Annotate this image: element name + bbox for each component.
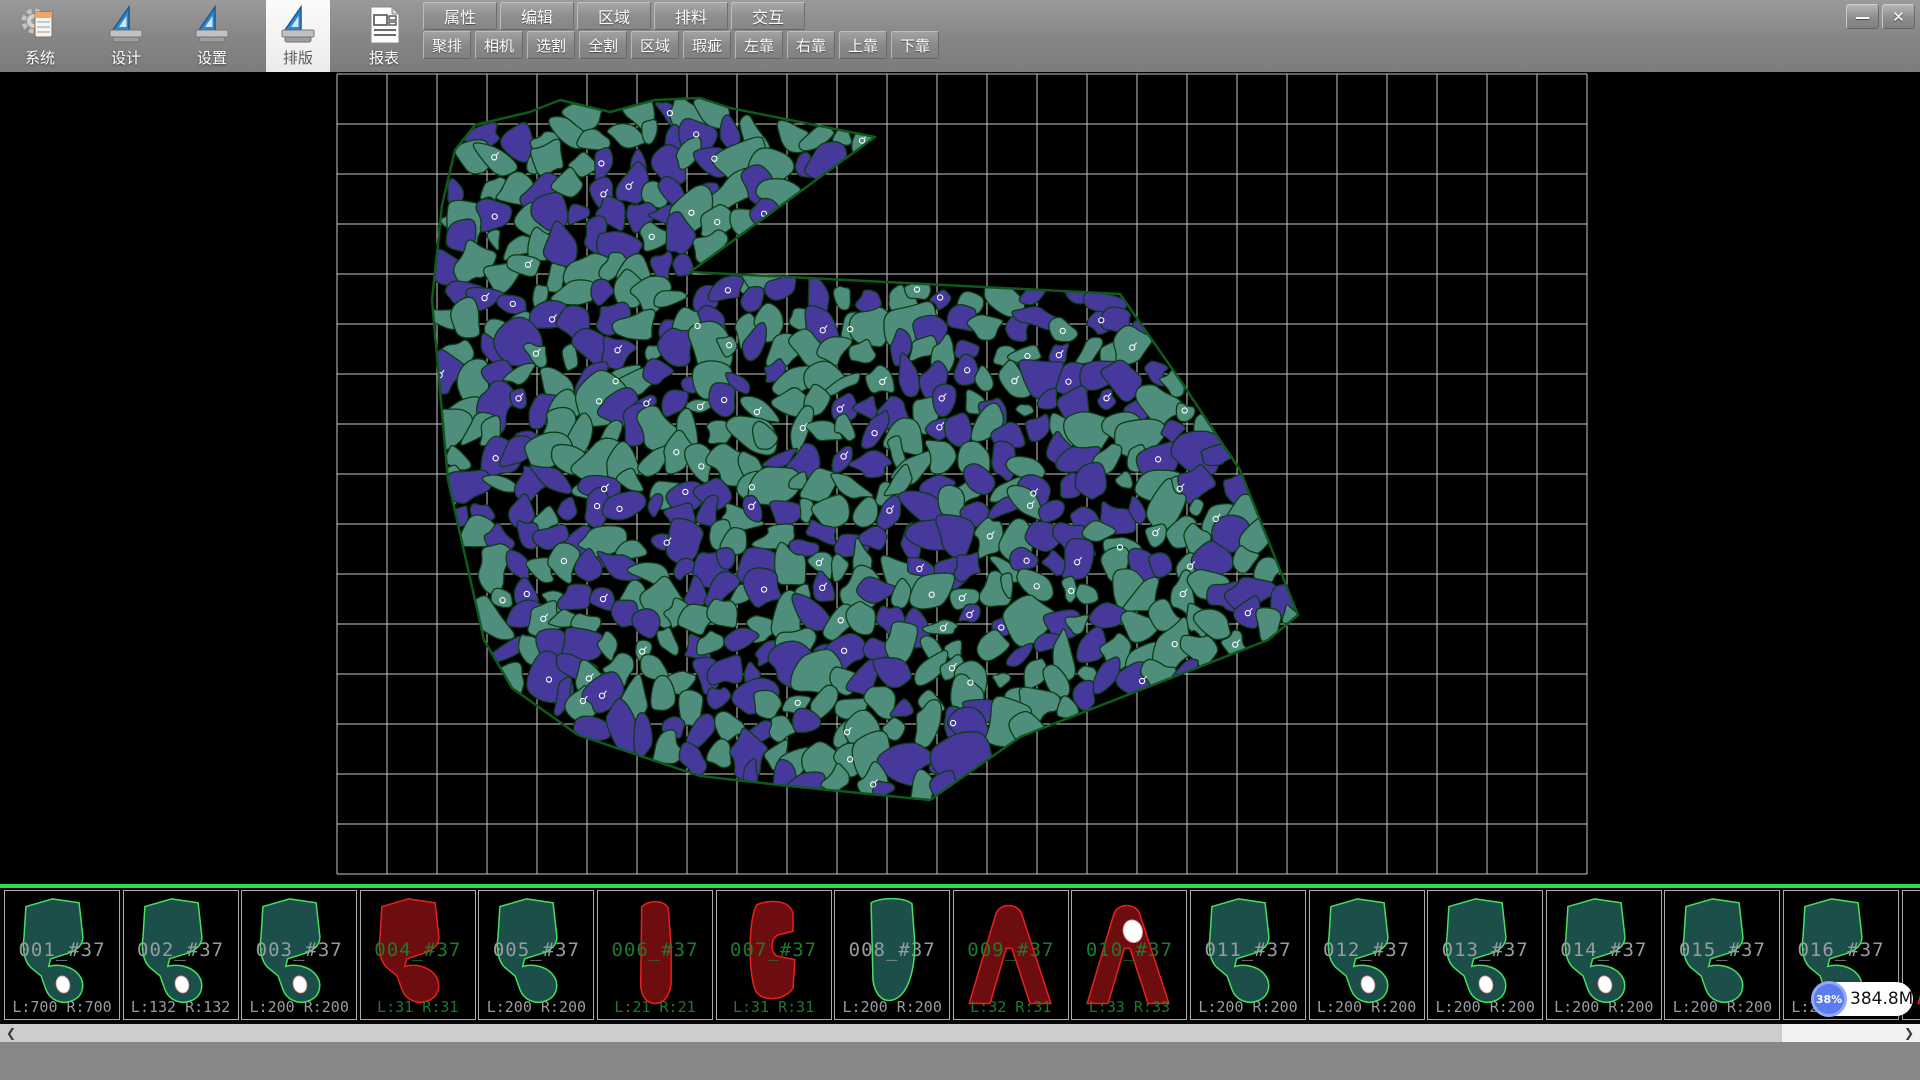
thumbnail-cell[interactable]: 015_#37 L:200 R:200	[1664, 890, 1780, 1020]
tool-align-right[interactable]: 右靠	[787, 31, 835, 59]
nesting-button-active[interactable]: 排版	[266, 0, 330, 72]
tool-align-bottom[interactable]: 下靠	[891, 31, 939, 59]
thumbnail-shape	[242, 891, 356, 1019]
thumbnail-shape	[1310, 891, 1424, 1019]
main-button-row: 系统 设计 设置	[8, 0, 416, 72]
set-square-icon	[105, 4, 147, 46]
gear-document-icon	[19, 4, 61, 46]
thumbnail-cell[interactable]: 006_#37 L:21 R:21	[597, 890, 713, 1020]
horizontal-scrollbar[interactable]: ❮ ❯	[0, 1024, 1920, 1042]
thumbnail-shape	[1191, 891, 1305, 1019]
menu-properties[interactable]: 属性	[423, 2, 497, 30]
thumbnail-cell[interactable]: 012_#37 L:200 R:200	[1309, 890, 1425, 1020]
window-controls: — ✕	[1846, 4, 1915, 29]
thumbnail-shape	[124, 891, 238, 1019]
thumbnail-shape	[1428, 891, 1542, 1019]
tool-defect[interactable]: 瑕疵	[683, 31, 731, 59]
menu-region[interactable]: 区域	[577, 2, 651, 30]
report-button-label: 报表	[369, 47, 399, 68]
main-toolbar: 系统 设计 设置	[0, 0, 1920, 73]
tool-cluster-nest[interactable]: 聚排	[423, 31, 471, 59]
menu-row: 属性 编辑 区域 排料 交互	[423, 2, 805, 30]
thumbnail-shape	[598, 891, 712, 1019]
scrollbar-thumb[interactable]	[0, 1024, 1782, 1042]
tool-row: 聚排 相机 选割 全割 区域 瑕疵 左靠 右靠 上靠 下靠	[423, 31, 939, 59]
thumbnail-cell[interactable]: 002_#37 L:132 R:132	[123, 890, 239, 1020]
tool-align-left[interactable]: 左靠	[735, 31, 783, 59]
tool-camera[interactable]: 相机	[475, 31, 523, 59]
thumbnail-cell[interactable]: 014_#37 L:200 R:200	[1546, 890, 1662, 1020]
thumbnail-shape	[361, 891, 475, 1019]
progress-circle: 38%	[1811, 981, 1847, 1017]
menu-interactive[interactable]: 交互	[731, 2, 805, 30]
scroll-left-arrow[interactable]: ❮	[0, 1024, 22, 1042]
tool-cut-all[interactable]: 全割	[579, 31, 627, 59]
thumbnail-cell[interactable]: 007_#37 L:31 R:31	[716, 890, 832, 1020]
thumbnail-cell[interactable]: 005_#37 L:200 R:200	[478, 890, 594, 1020]
report-button[interactable]: 报表	[352, 0, 416, 72]
thumbnail-cell[interactable]: 004_#37 L:31 R:31	[360, 890, 476, 1020]
thumbnail-shape	[1665, 891, 1779, 1019]
scroll-right-arrow[interactable]: ❯	[1898, 1024, 1920, 1042]
thumbnail-shape	[835, 891, 949, 1019]
nesting-button-label: 排版	[283, 47, 313, 68]
thumbnail-shape	[5, 891, 119, 1019]
report-icon	[363, 4, 405, 46]
thumbnail-shape	[954, 891, 1068, 1019]
design-button-label: 设计	[111, 47, 141, 68]
memory-value: 384.8M	[1850, 982, 1913, 1016]
tool-region[interactable]: 区域	[631, 31, 679, 59]
close-button[interactable]: ✕	[1882, 4, 1915, 29]
thumbnail-cell[interactable]: 003_#37 L:200 R:200	[241, 890, 357, 1020]
menu-nesting[interactable]: 排料	[654, 2, 728, 30]
thumbnail-cell[interactable]: 009_#37 L:32 R:31	[953, 890, 1069, 1020]
thumbnail-shape	[1547, 891, 1661, 1019]
nesting-svg	[0, 72, 1920, 884]
nesting-canvas[interactable]	[0, 72, 1920, 884]
system-button-label: 系统	[25, 47, 55, 68]
thumbnail-cell[interactable]: 013_#37 L:200 R:200	[1427, 890, 1543, 1020]
memory-badge: 38% 384.8M	[1812, 982, 1913, 1016]
tool-select-cut[interactable]: 选割	[527, 31, 575, 59]
thumbnail-cell[interactable]: 008_#37 L:200 R:200	[834, 890, 950, 1020]
tool-align-top[interactable]: 上靠	[839, 31, 887, 59]
thumbnail-strip: 001_#37 L:700 R:700 002_#37 L:132 R:132 …	[0, 888, 1920, 1024]
settings-button[interactable]: 设置	[180, 0, 244, 72]
set-square-icon	[277, 4, 319, 46]
status-bar	[0, 1042, 1920, 1080]
system-button[interactable]: 系统	[8, 0, 72, 72]
minimize-button[interactable]: —	[1846, 4, 1879, 29]
thumbnail-shape	[1072, 891, 1186, 1019]
set-square-icon	[191, 4, 233, 46]
thumbnail-cell[interactable]: 001_#37 L:700 R:700	[4, 890, 120, 1020]
thumbnail-cell[interactable]: 011_#37 L:200 R:200	[1190, 890, 1306, 1020]
thumbnail-cell[interactable]: 010_#37 L:33 R:33	[1071, 890, 1187, 1020]
thumbnail-shape	[479, 891, 593, 1019]
menu-edit[interactable]: 编辑	[500, 2, 574, 30]
thumbnail-shape	[717, 891, 831, 1019]
design-button[interactable]: 设计	[94, 0, 158, 72]
settings-button-label: 设置	[197, 47, 227, 68]
